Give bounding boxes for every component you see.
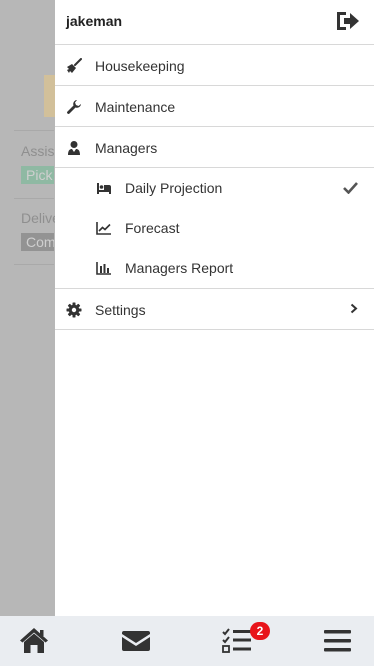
menu-item-maintenance[interactable]: Maintenance	[55, 86, 374, 127]
home-icon	[20, 628, 48, 653]
background-divider	[14, 198, 54, 199]
background-status-badge: Com	[21, 233, 54, 251]
wrench-icon	[67, 100, 81, 114]
tasks-count-badge: 2	[250, 622, 270, 640]
line-chart-icon	[96, 222, 111, 235]
check-icon	[343, 182, 358, 194]
menu-item-managers[interactable]: Managers	[55, 127, 374, 168]
chevron-right-icon	[350, 303, 358, 314]
main-menu-button[interactable]	[308, 616, 368, 666]
navigation-drawer: jakeman Housekeeping Maintenance Manager…	[55, 0, 374, 616]
background-divider	[14, 130, 54, 131]
submenu-item-managers-report[interactable]: Managers Report	[55, 248, 374, 288]
submenu-item-daily-projection[interactable]: Daily Projection	[55, 168, 374, 208]
background-status-badge: Pick	[21, 166, 54, 184]
submenu-item-label: Forecast	[125, 220, 180, 236]
menu-item-label: Maintenance	[95, 99, 176, 115]
submenu-item-forecast[interactable]: Forecast	[55, 208, 374, 248]
bed-icon	[97, 183, 111, 194]
menu-item-label: Housekeeping	[95, 58, 185, 74]
submenu-item-label: Daily Projection	[125, 180, 223, 196]
user-tie-icon	[68, 141, 80, 155]
background-item-label: Assis	[21, 143, 55, 159]
menu-item-label: Settings	[95, 302, 146, 318]
hamburger-menu-icon	[324, 630, 351, 652]
home-button[interactable]	[4, 616, 64, 666]
menu-item-label: Managers	[95, 140, 158, 156]
messages-button[interactable]	[106, 616, 166, 666]
menu-item-housekeeping[interactable]: Housekeeping	[55, 45, 374, 86]
username: jakeman	[66, 13, 123, 29]
menu-item-settings[interactable]: Settings	[55, 289, 374, 330]
drawer-header: jakeman	[55, 0, 374, 45]
broom-icon	[67, 58, 82, 73]
logout-icon[interactable]	[335, 10, 361, 32]
submenu-item-label: Managers Report	[125, 260, 234, 276]
tasks-icon	[222, 628, 251, 653]
background-divider	[14, 264, 54, 265]
bottom-navigation-bar	[0, 616, 374, 666]
bar-chart-icon	[96, 262, 111, 275]
gear-icon	[66, 302, 82, 318]
managers-submenu: Daily Projection Forecast Managers Repor…	[55, 168, 374, 289]
envelope-icon	[122, 631, 150, 651]
